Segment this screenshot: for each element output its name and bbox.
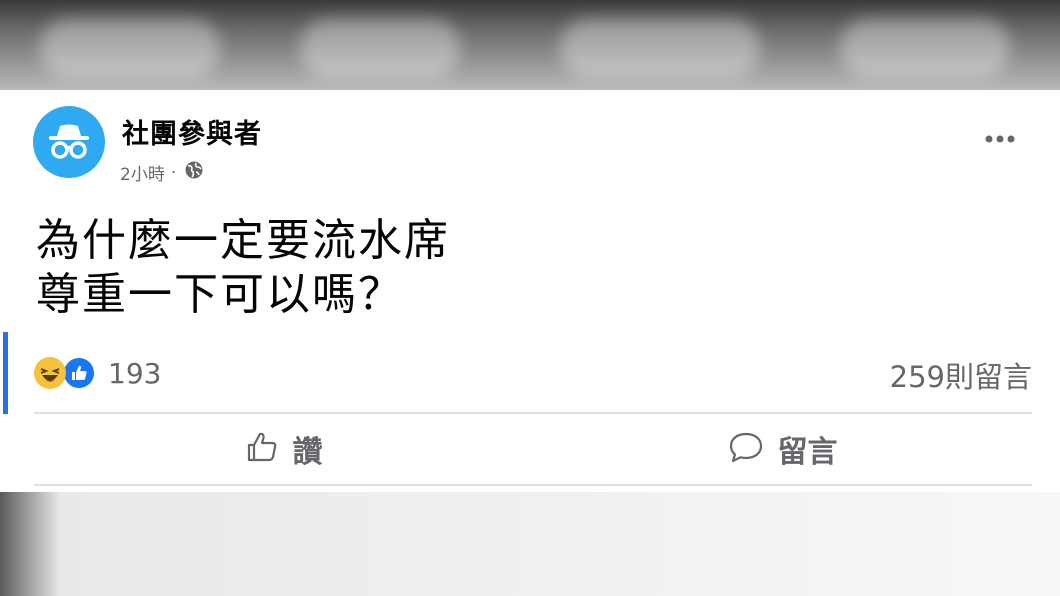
anonymous-icon[interactable] xyxy=(33,106,105,178)
blurred-background-top xyxy=(0,0,1060,90)
blur-shape xyxy=(40,18,220,78)
reaction-summary[interactable]: 193 xyxy=(34,356,161,390)
like-button[interactable]: 讚 xyxy=(34,414,533,484)
post-card: 社團參與者 2小時 · 為什麼一定要流水席 尊重一下可以嗎？ 193 259則留… xyxy=(0,90,1060,492)
reaction-count: 193 xyxy=(108,356,162,390)
comment-bubble-icon xyxy=(728,430,764,468)
like-button-label: 讚 xyxy=(292,435,323,470)
haha-reaction-icon xyxy=(34,357,66,389)
blurred-background-bottom xyxy=(0,492,1060,596)
comment-button[interactable]: 留言 xyxy=(533,414,1032,484)
post-time[interactable]: 2小時 xyxy=(120,160,165,185)
blur-shape xyxy=(300,18,460,78)
comment-count-link[interactable]: 259則留言 xyxy=(890,354,1032,396)
globe-icon xyxy=(182,160,204,185)
thumbs-up-icon xyxy=(245,430,279,468)
more-horizontal-icon[interactable] xyxy=(980,126,1020,152)
blur-shape xyxy=(560,18,760,78)
post-meta: 2小時 · xyxy=(120,160,204,185)
accent-bar xyxy=(3,332,8,414)
divider xyxy=(34,484,1032,486)
post-line: 為什麼一定要流水席 xyxy=(36,215,450,266)
comment-button-label: 留言 xyxy=(777,435,838,470)
post-body: 為什麼一定要流水席 尊重一下可以嗎？ xyxy=(36,214,450,322)
action-bar: 讚 留言 xyxy=(34,414,1032,484)
meta-separator: · xyxy=(170,162,177,183)
like-reaction-icon xyxy=(62,356,96,390)
blur-shape xyxy=(840,18,1010,78)
post-author[interactable]: 社團參與者 xyxy=(122,112,262,151)
post-line: 尊重一下可以嗎？ xyxy=(36,269,404,320)
